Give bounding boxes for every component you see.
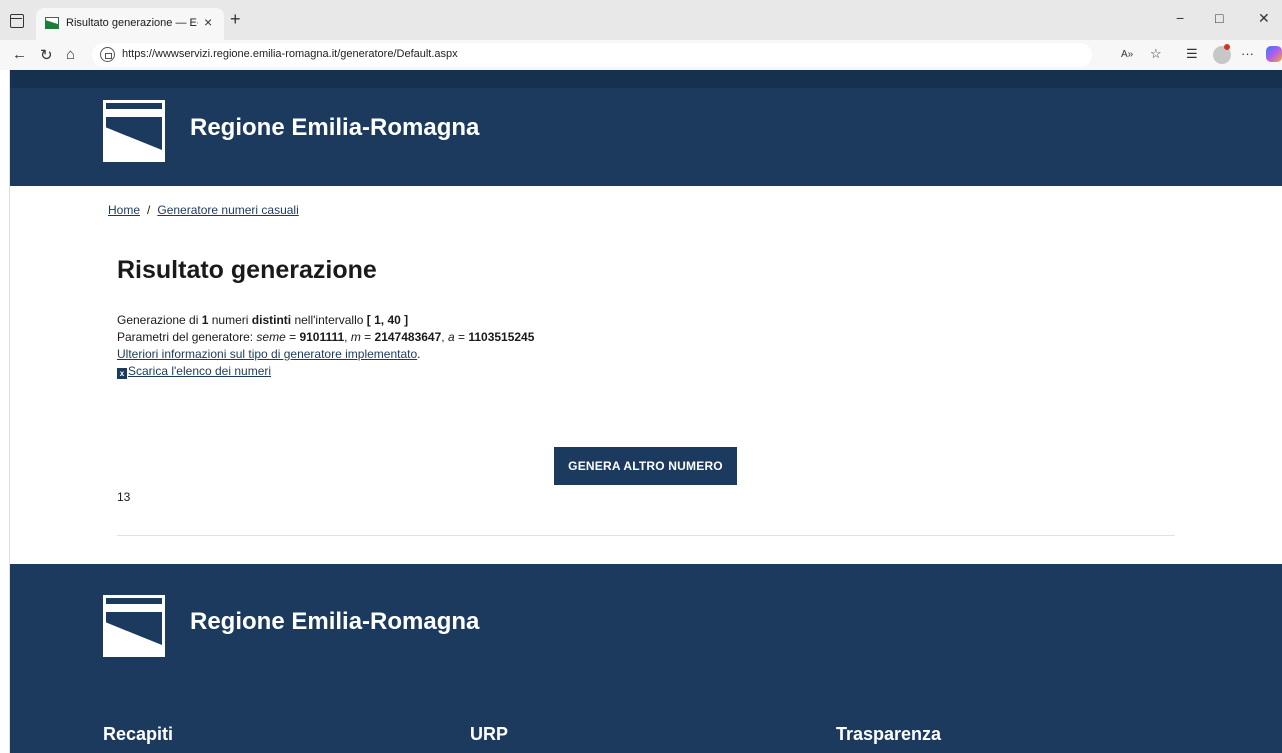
tab-bar: Risultato generazione — E-R Il po × + − …	[0, 0, 1282, 40]
breadcrumb-current[interactable]: Generatore numeri casuali	[157, 203, 298, 217]
more-info-link[interactable]: Ulteriori informazioni sul tipo di gener…	[117, 347, 417, 361]
summary-range: [ 1, 40 ]	[366, 313, 409, 327]
favicon-icon	[45, 17, 59, 29]
a-label: a	[447, 330, 455, 344]
generate-another-button[interactable]: GENERA ALTRO NUMERO	[554, 447, 737, 485]
content-divider	[117, 535, 1175, 536]
site-footer: Regione Emilia-Romagna Recapiti URP Tras…	[10, 564, 1282, 753]
header-top-strip	[10, 70, 1282, 88]
breadcrumb-separator: /	[147, 203, 151, 217]
generation-summary: Generazione di 1 numeri distinti nell'in…	[117, 312, 534, 329]
more-info-dot: .	[417, 347, 421, 361]
eq-3: =	[454, 330, 469, 344]
footer-col-trasparenza: Trasparenza	[836, 724, 942, 744]
read-aloud-icon[interactable]: A»	[1121, 49, 1133, 60]
minimize-button[interactable]: −	[1176, 10, 1184, 26]
m-value: 2147483647	[374, 330, 442, 344]
generator-parameters: Parametri del generatore: seme = 9101111…	[117, 329, 534, 346]
m-label: m	[350, 330, 361, 344]
eq-2: =	[360, 330, 375, 344]
more-icon[interactable]: ···	[1241, 46, 1254, 61]
notification-dot	[1224, 44, 1230, 50]
web-page: Regione Emilia-Romagna Home / Generatore n…	[10, 70, 1282, 753]
footer-logo-icon[interactable]	[103, 595, 165, 657]
download-link[interactable]: Scarica l'elenco dei numeri	[128, 364, 271, 378]
home-icon[interactable]: ⌂	[66, 46, 75, 63]
lock-icon[interactable]	[100, 47, 115, 62]
footer-brand[interactable]: Regione Emilia-Romagna	[190, 608, 479, 636]
browser-chrome: Risultato generazione — E-R Il po × + − …	[0, 0, 1282, 70]
maximize-button[interactable]: □	[1215, 10, 1223, 26]
download-row: x Scarica l'elenco dei numeri	[117, 363, 534, 380]
breadcrumb-home[interactable]: Home	[108, 203, 140, 217]
region-logo-icon[interactable]	[103, 100, 165, 162]
favorite-icon[interactable]: ☆	[1150, 46, 1162, 62]
address-bar: ← ↻ ⌂ https://wwwservizi.regione.emilia-…	[0, 40, 1282, 70]
back-icon[interactable]: ←	[12, 46, 27, 63]
browser-tab[interactable]: Risultato generazione — E-R Il po ×	[36, 8, 224, 40]
site-header: Regione Emilia-Romagna	[10, 70, 1282, 186]
refresh-icon[interactable]: ↻	[40, 46, 53, 64]
header-brand[interactable]: Regione Emilia-Romagna	[190, 114, 479, 142]
footer-col-urp: URP	[470, 724, 509, 744]
breadcrumb: Home / Generatore numeri casuali	[108, 203, 299, 217]
seed-value: 9101111	[299, 330, 345, 344]
sep-2: ,	[441, 330, 448, 344]
tab-actions-icon[interactable]	[10, 14, 24, 28]
footer-col-recapiti: Recapiti	[103, 724, 174, 744]
more-info-row: Ulteriori informazioni sul tipo di gener…	[117, 346, 534, 363]
tab-close-button[interactable]: ×	[204, 14, 212, 30]
url-text[interactable]: https://wwwservizi.regione.emilia-romagn…	[122, 48, 458, 60]
generation-info: Generazione di 1 numeri distinti nell'in…	[117, 312, 534, 380]
a-value: 1103515245	[468, 330, 535, 344]
sep-1: ,	[344, 330, 351, 344]
params-prefix: Parametri del generatore:	[117, 330, 257, 344]
summary-mid1: numeri	[208, 313, 252, 327]
result-number: 13	[117, 490, 131, 504]
page-title: Risultato generazione	[117, 256, 377, 284]
summary-mid2: nell'intervallo	[291, 313, 367, 327]
url-field[interactable]: https://wwwservizi.regione.emilia-romagn…	[92, 43, 1092, 67]
close-window-button[interactable]: ✕	[1258, 10, 1270, 27]
excel-icon[interactable]: x	[117, 368, 127, 379]
tab-title: Risultato generazione — E-R Il po	[66, 17, 198, 29]
new-tab-button[interactable]: +	[230, 10, 241, 28]
page-gutter	[0, 70, 10, 753]
collections-icon[interactable]: ☰	[1186, 46, 1198, 62]
eq-1: =	[285, 330, 300, 344]
summary-type: distinti	[251, 313, 292, 327]
summary-prefix: Generazione di	[117, 313, 202, 327]
seed-label: seme	[256, 330, 286, 344]
copilot-icon[interactable]	[1266, 46, 1282, 62]
